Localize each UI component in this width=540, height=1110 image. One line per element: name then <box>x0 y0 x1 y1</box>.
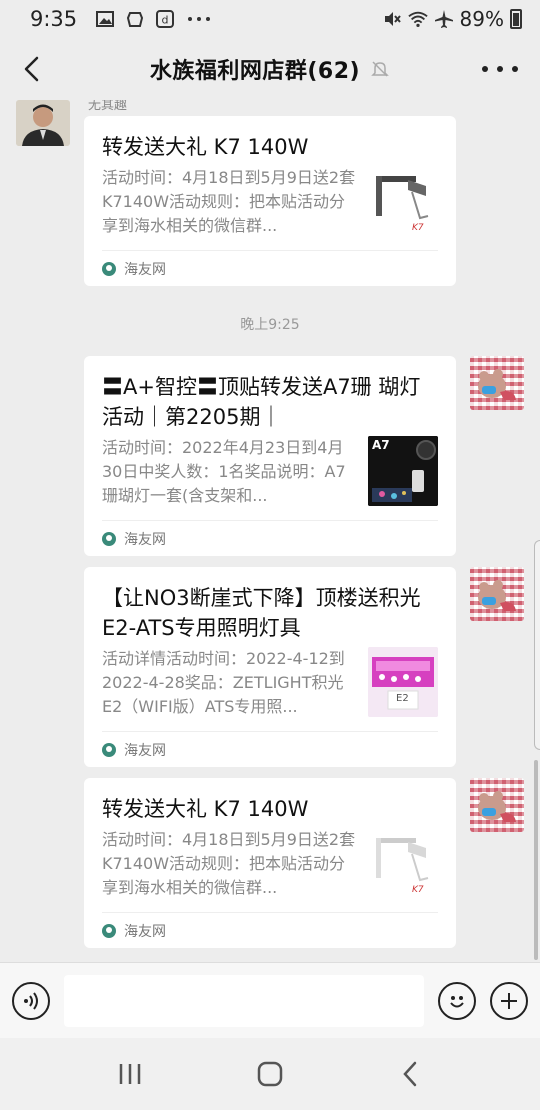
source-logo-icon <box>102 261 116 276</box>
card-source: 海友网 <box>102 912 438 948</box>
card-source: 海友网 <box>102 731 438 767</box>
wifi-icon <box>407 9 428 29</box>
e2-product-icon: E2 <box>368 647 438 717</box>
box-icon <box>125 9 145 29</box>
source-name: 海友网 <box>124 923 166 940</box>
avatar[interactable] <box>470 567 524 621</box>
svg-text:d: d <box>162 14 169 27</box>
source-logo-icon <box>102 742 116 757</box>
dot-icon <box>512 66 518 72</box>
more-functions-button[interactable] <box>490 981 528 1020</box>
chat-header: 水族福利网店群(62) <box>0 38 540 100</box>
status-bar: 9:35 d 89% <box>0 0 540 38</box>
back-button[interactable] <box>16 52 46 86</box>
a7-product-icon: A7 <box>368 436 438 506</box>
timestamp: 晚上9:25 <box>240 317 300 333</box>
sender-name: 无其趣 <box>88 100 128 113</box>
system-back-button[interactable] <box>390 1054 430 1094</box>
emoji-button[interactable] <box>438 981 476 1020</box>
scrollbar[interactable] <box>534 760 538 960</box>
card-title: 转发送大礼 K7 140W <box>102 135 309 159</box>
thumb-label: E2 <box>396 693 409 704</box>
light-fixture-icon: K7 <box>368 166 438 236</box>
more-dots-icon <box>185 9 213 29</box>
status-right: 89% <box>382 7 522 31</box>
recent-apps-icon <box>119 1064 141 1084</box>
avatar[interactable] <box>470 356 524 410</box>
thumb-label: A7 <box>372 438 390 452</box>
card-title: 转发送大礼 K7 140W <box>102 797 309 821</box>
chat-title: 水族福利网店群(62) <box>149 59 361 84</box>
d-icon: d <box>155 9 175 29</box>
card-description: 活动时间：2022年4月23日到4月30日中奖人数：1名奖品说明：A7珊瑚灯一套… <box>102 438 346 505</box>
battery-percent: 89% <box>459 7 504 31</box>
muted-bell-icon <box>371 61 389 77</box>
recent-apps-button[interactable] <box>110 1054 150 1094</box>
source-name: 海友网 <box>124 531 166 548</box>
card-description: 活动详情活动时间：2022-4-12到2022-4-28奖品：ZETLIGHT积… <box>102 649 345 716</box>
card-title: 【让NO3断崖式下降】顶楼送积光E2-ATS专用照明灯具 <box>102 586 421 640</box>
link-card[interactable]: 〓A+智控〓顶贴转发送A7珊 瑚灯活动｜第2205期｜ 活动时间：2022年4月… <box>84 356 456 556</box>
side-handle[interactable] <box>534 540 540 750</box>
more-options-button[interactable] <box>482 56 518 82</box>
status-icons-left: d <box>95 9 213 29</box>
chat-message-list[interactable]: 无其趣 转发送大礼 K7 140W 活动时间：4月18日到5月9日送2套K714… <box>0 100 540 962</box>
card-description: 活动时间：4月18日到5月9日送2套K7140W活动规则：把本贴活动分享到海水相… <box>102 830 356 897</box>
source-name: 海友网 <box>124 261 166 278</box>
mute-icon <box>382 9 402 29</box>
source-name: 海友网 <box>124 742 166 759</box>
system-navigation-bar <box>0 1038 540 1110</box>
home-button[interactable] <box>250 1054 290 1094</box>
light-fixture-icon: K7 <box>368 828 438 898</box>
voice-icon <box>24 991 38 1010</box>
input-bar <box>0 962 540 1038</box>
card-source: 海友网 <box>102 520 438 556</box>
battery-icon <box>510 9 522 29</box>
avatar[interactable] <box>470 778 524 832</box>
svg-text:K7: K7 <box>412 223 424 233</box>
link-card[interactable]: 转发送大礼 K7 140W 活动时间：4月18日到5月9日送2套K7140W活动… <box>84 116 456 286</box>
smiley-icon <box>450 995 464 1007</box>
status-time: 9:35 <box>30 7 78 31</box>
avatar[interactable] <box>16 100 70 146</box>
chevron-left-icon <box>24 56 39 82</box>
message-input[interactable] <box>64 974 424 1027</box>
link-card[interactable]: 【让NO3断崖式下降】顶楼送积光E2-ATS专用照明灯具 活动详情活动时间：20… <box>84 567 456 767</box>
dot-icon <box>482 66 488 72</box>
card-title: 〓A+智控〓顶贴转发送A7珊 瑚灯活动｜第2205期｜ <box>102 375 421 429</box>
plus-icon <box>501 992 517 1009</box>
image-icon <box>95 9 115 29</box>
source-logo-icon <box>102 531 116 546</box>
back-arrow-icon <box>403 1061 417 1087</box>
dot-icon <box>497 66 503 72</box>
voice-button[interactable] <box>12 981 50 1020</box>
card-source: 海友网 <box>102 250 438 286</box>
airplane-icon <box>434 9 454 29</box>
svg-text:K7: K7 <box>412 885 424 895</box>
link-card[interactable]: 转发送大礼 K7 140W 活动时间：4月18日到5月9日送2套K7140W活动… <box>84 778 456 948</box>
card-description: 活动时间：4月18日到5月9日送2套K7140W活动规则：把本贴活动分享到海水相… <box>102 168 356 235</box>
home-icon <box>257 1061 283 1087</box>
source-logo-icon <box>102 923 116 938</box>
